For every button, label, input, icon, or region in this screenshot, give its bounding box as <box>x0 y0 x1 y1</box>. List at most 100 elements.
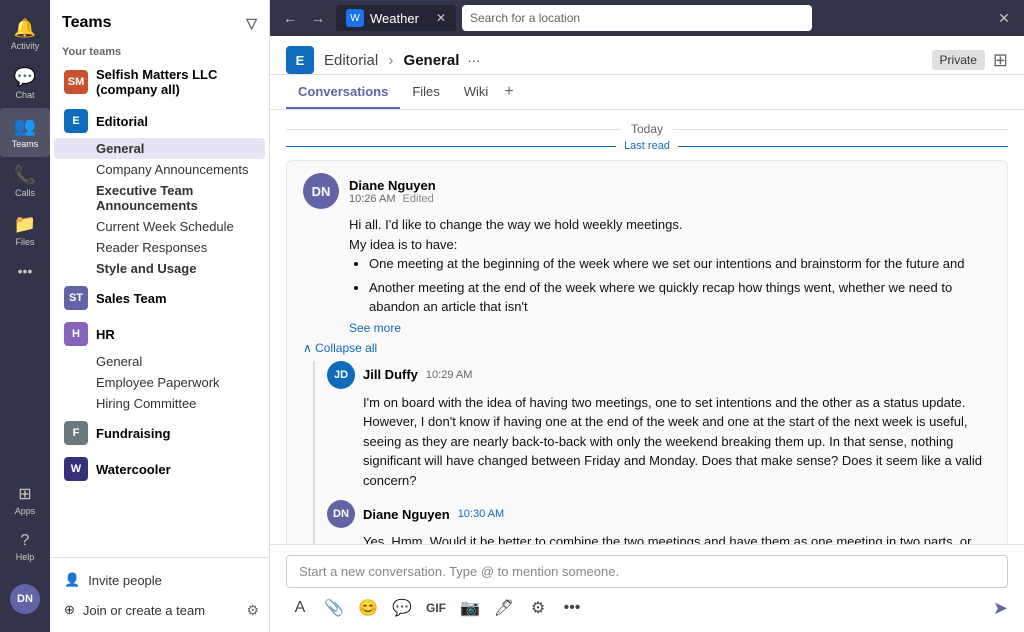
team-name-hr: HR <box>96 327 241 342</box>
your-teams-label: Your teams <box>50 40 269 62</box>
team-row-selfish-matters[interactable]: SM Selfish Matters LLC (company all) ··· <box>54 62 265 102</box>
grid-icon[interactable]: ⊞ <box>993 50 1008 71</box>
breadcrumb-separator: › <box>388 52 397 69</box>
nav-item-more[interactable]: ••• <box>0 255 50 289</box>
team-row-sales[interactable]: ST Sales Team ··· <box>54 281 265 315</box>
back-button[interactable]: ← <box>278 6 302 30</box>
bullet-1: One meeting at the beginning of the week… <box>369 254 991 274</box>
send-button[interactable]: ➤ <box>993 598 1008 619</box>
nav-item-help[interactable]: ? Help <box>0 524 50 570</box>
channel-row-executive-announcements[interactable]: Executive Team Announcements <box>54 180 265 216</box>
teams-icon: 👥 <box>14 116 36 137</box>
team-row-watercooler[interactable]: W Watercooler ··· <box>54 452 265 486</box>
compose-input[interactable]: Start a new conversation. Type @ to ment… <box>286 555 1008 588</box>
channel-header: E Editorial › General ··· Private ⊞ <box>270 36 1024 75</box>
nav-item-calls[interactable]: 📞 Calls <box>0 157 50 206</box>
channel-team-icon: E <box>286 46 314 74</box>
msg-body-diane: Hi all. I'd like to change the way we ho… <box>303 215 991 317</box>
forward-button[interactable]: → <box>306 6 330 30</box>
nav-sidebar: 🔔 Activity 💬 Chat 👥 Teams 📞 Calls 📁 File… <box>0 0 50 632</box>
join-create-icon: ⊕ <box>64 602 75 618</box>
channel-team-name: Editorial <box>324 52 378 69</box>
collapse-all-button[interactable]: ∧ Collapse all <box>303 341 991 355</box>
nav-item-activity[interactable]: 🔔 Activity <box>0 10 50 59</box>
team-avatar-sales: ST <box>64 286 88 310</box>
channel-row-hr-general[interactable]: General <box>54 351 265 372</box>
gif-button[interactable]: GIF <box>422 594 450 622</box>
compose-toolbar: A 📎 😊 💬 GIF 📷 🖊 ⚙ ••• ➤ <box>286 594 1008 622</box>
teams-panel-header: Teams ▽ <box>50 0 269 40</box>
sticker-button[interactable]: 💬 <box>388 594 416 622</box>
channel-row-company-announcements[interactable]: Company Announcements <box>54 159 265 180</box>
see-more-link[interactable]: See more <box>303 321 991 335</box>
date-label: Today <box>621 122 673 136</box>
chat-icon: 💬 <box>14 67 36 88</box>
last-read-label: Last read <box>616 140 678 152</box>
weather-tab-close[interactable]: ✕ <box>436 11 446 25</box>
last-read-line: Last read <box>286 140 1008 152</box>
emoji-button[interactable]: 😊 <box>354 594 382 622</box>
nav-user-avatar[interactable]: DN <box>0 576 50 622</box>
messages-area: Today Last read DN Diane Nguyen 10:26 AM… <box>270 110 1024 544</box>
join-create-label: Join or create a team <box>83 603 205 618</box>
weather-tab[interactable]: W Weather ✕ <box>336 5 456 31</box>
team-name-editorial: Editorial <box>96 114 241 129</box>
team-group-selfish-matters: SM Selfish Matters LLC (company all) ··· <box>50 62 269 102</box>
teams-bottom-actions: 👤 Invite people ⊕ Join or create a team … <box>50 557 269 632</box>
loop-button[interactable]: 🖊 <box>490 594 518 622</box>
channel-row-employee-paperwork[interactable]: Employee Paperwork <box>54 372 265 393</box>
compose-area: Start a new conversation. Type @ to ment… <box>270 544 1024 632</box>
team-row-hr[interactable]: H HR ··· <box>54 317 265 351</box>
settings-icon[interactable]: ⚙ <box>246 602 259 619</box>
tab-wiki[interactable]: Wiki <box>452 76 501 109</box>
nav-item-teams[interactable]: 👥 Teams <box>0 108 50 157</box>
edited-label: Edited <box>403 193 434 205</box>
more-tools-button[interactable]: ••• <box>558 594 586 622</box>
files-icon: 📁 <box>14 214 36 235</box>
reply-author-diane-2: Diane Nguyen <box>363 507 450 522</box>
tab-files[interactable]: Files <box>400 76 451 109</box>
msg-avatar-diane: DN <box>303 173 339 209</box>
reply-body-diane-2: Yes. Hmm. Would it be better to combine … <box>327 532 991 544</box>
nav-item-chat[interactable]: 💬 Chat <box>0 59 50 108</box>
close-weather-button[interactable]: ✕ <box>992 6 1016 30</box>
main-content: ← → W Weather ✕ Search for a location ✕ … <box>270 0 1024 632</box>
team-avatar-sm: SM <box>64 70 88 94</box>
team-avatar-hr: H <box>64 322 88 346</box>
join-create-team-button[interactable]: ⊕ Join or create a team <box>60 598 209 622</box>
team-group-hr: H HR ··· General Employee Paperwork Hiri… <box>50 317 269 414</box>
reply-avatar-diane-2: DN <box>327 500 355 528</box>
team-row-fundraising[interactable]: F Fundraising ··· <box>54 416 265 450</box>
message-card-1: DN Diane Nguyen 10:26 AM Edited Hi all. … <box>286 160 1008 544</box>
invite-label: Invite people <box>88 573 162 588</box>
team-group-editorial: E Editorial ··· General Company Announce… <box>50 104 269 279</box>
attach-button[interactable]: 📎 <box>320 594 348 622</box>
nav-item-files[interactable]: 📁 Files <box>0 206 50 255</box>
calls-icon: 📞 <box>14 165 36 186</box>
filter-icon[interactable]: ▽ <box>246 15 257 32</box>
channel-row-style-usage[interactable]: Style and Usage <box>54 258 265 279</box>
format-text-button[interactable]: A <box>286 594 314 622</box>
reply-msg-2: DN Diane Nguyen 10:30 AM Yes. Hmm. Would… <box>327 500 991 544</box>
schedule-button[interactable]: 📷 <box>456 594 484 622</box>
nav-item-apps[interactable]: ⊞ Apps <box>0 476 50 524</box>
channel-row-current-week[interactable]: Current Week Schedule <box>54 216 265 237</box>
tab-add-button[interactable]: + <box>500 75 517 109</box>
reply-avatar-jill-1: JD <box>327 361 355 389</box>
reply-thread: JD Jill Duffy 10:29 AM I'm on board with… <box>313 361 991 545</box>
weather-search-bar[interactable]: Search for a location <box>462 5 812 31</box>
top-bar: ← → W Weather ✕ Search for a location ✕ <box>270 0 1024 36</box>
team-row-editorial[interactable]: E Editorial ··· <box>54 104 265 138</box>
help-icon: ? <box>21 532 30 550</box>
channel-row-general[interactable]: General <box>54 138 265 159</box>
search-placeholder: Search for a location <box>470 11 580 25</box>
invite-people-button[interactable]: 👤 Invite people <box>60 568 259 592</box>
praise-button[interactable]: ⚙ <box>524 594 552 622</box>
weather-tab-icon: W <box>346 9 364 27</box>
tab-conversations[interactable]: Conversations <box>286 76 400 109</box>
channel-more-button[interactable]: ··· <box>467 53 480 68</box>
team-name-sales: Sales Team <box>96 291 241 306</box>
more-dots-icon: ••• <box>18 263 33 279</box>
channel-row-reader-responses[interactable]: Reader Responses <box>54 237 265 258</box>
channel-row-hiring-committee[interactable]: Hiring Committee <box>54 393 265 414</box>
